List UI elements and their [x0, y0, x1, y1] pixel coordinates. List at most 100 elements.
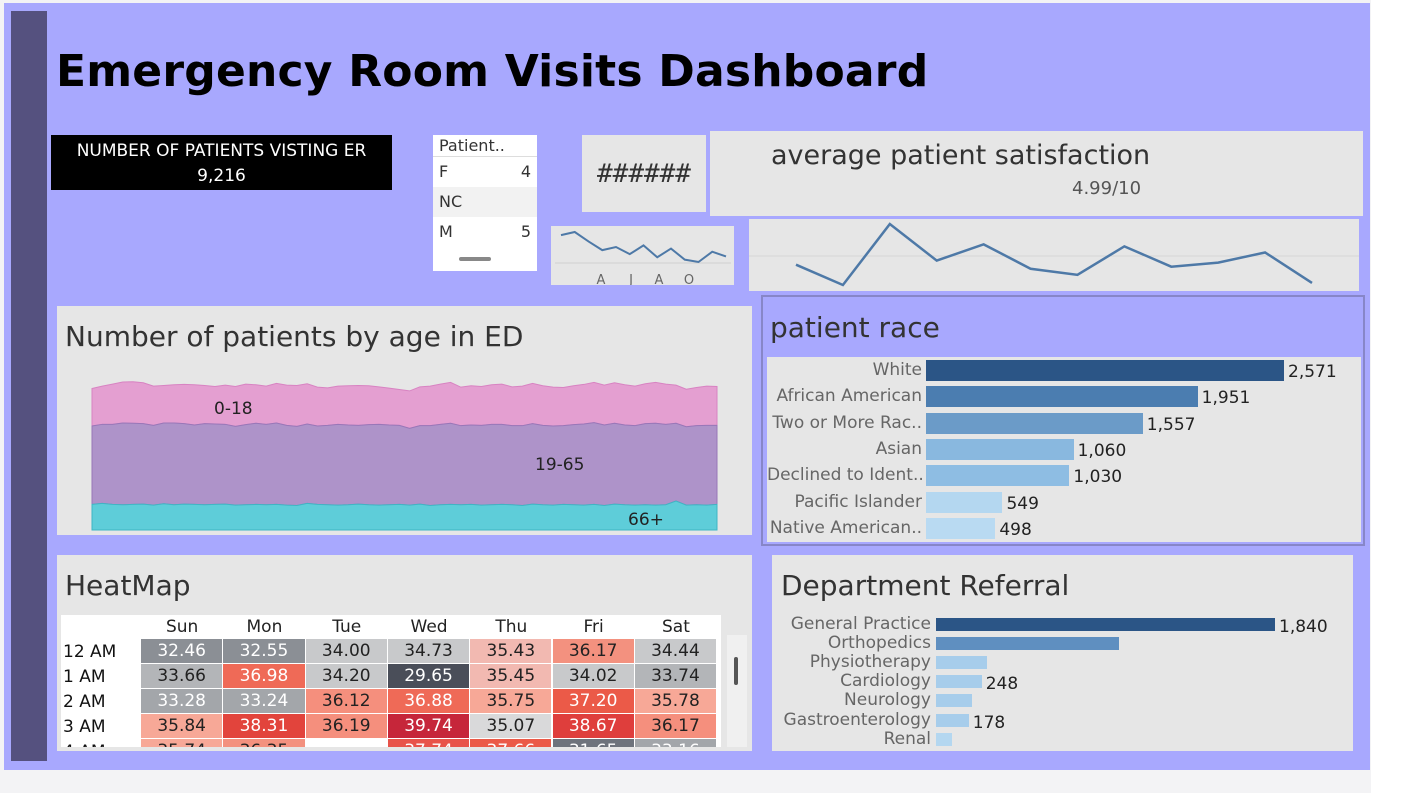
satisfaction-value: 4.99/10 — [1072, 178, 1142, 199]
bar-mark[interactable] — [926, 360, 1284, 381]
bar-value-label: 1,557 — [1146, 414, 1196, 435]
bar-value-label: 549 — [1006, 493, 1039, 514]
bar-mark[interactable] — [926, 517, 996, 539]
heatmap-hour-label: 12 AM — [63, 642, 117, 662]
bar-category-label: Physiotherapy — [809, 652, 931, 673]
heatmap-cell[interactable]: 38.31 — [223, 714, 305, 738]
bar-mark[interactable] — [926, 412, 1143, 434]
bar-mark[interactable] — [936, 713, 969, 727]
gender-label: F — [439, 162, 449, 181]
bar-mark[interactable] — [926, 465, 1070, 487]
heatmap-cell[interactable]: 35.45 — [470, 664, 552, 688]
satisfaction-series — [795, 222, 1313, 287]
gender-label: NC — [439, 192, 463, 211]
heatmap-cell[interactable]: 36.35 — [223, 739, 305, 747]
area-series-label: 19-65 — [535, 455, 584, 475]
heatmap-cell[interactable]: 35.43 — [470, 639, 552, 663]
satisfaction-sparkline — [749, 219, 1359, 291]
heatmap-cell[interactable]: 33.66 — [141, 664, 223, 688]
heatmap-cell[interactable]: 38.67 — [552, 714, 634, 738]
area-series-19-65 — [91, 422, 718, 506]
right-empty-strip — [1371, 0, 1426, 793]
bar-value-label: 1,951 — [1201, 388, 1251, 409]
heatmap-cell[interactable]: 36.88 — [387, 689, 470, 713]
gender-row[interactable]: F 4 — [433, 157, 537, 187]
heatmap-cell[interactable]: 31.65 — [552, 739, 634, 747]
area-series-label: 66+ — [628, 510, 664, 530]
department-bar-chart: General Practice 1,840 Orthopedics Physioth… — [772, 614, 1353, 751]
kpi-value: 9,216 — [197, 166, 246, 186]
gender-table-header[interactable]: Patient.. — [433, 135, 537, 157]
bar-mark[interactable] — [936, 675, 982, 689]
heatmap-cell[interactable]: 36.17 — [552, 639, 634, 663]
heatmap-cell[interactable]: 33.28 — [141, 689, 223, 713]
heatmap-cell[interactable]: 32.55 — [223, 639, 305, 663]
heatmap-day-header: Tue — [332, 617, 362, 637]
bar-mark[interactable] — [926, 386, 1198, 408]
heatmap-hour-label: 1 AM — [63, 667, 106, 687]
heatmap-cell[interactable]: 37.66 — [470, 739, 552, 747]
bar-category-label: Two or More Rac.. — [772, 412, 922, 433]
bar-mark[interactable] — [936, 732, 952, 746]
bar-mark[interactable] — [936, 637, 1120, 651]
heatmap-hour-label: 4 AM — [63, 739, 106, 747]
bar-mark[interactable] — [936, 694, 972, 708]
bar-mark[interactable] — [936, 618, 1275, 631]
bar-mark[interactable] — [926, 438, 1074, 460]
area-series-0-18 — [91, 381, 718, 429]
heatmap-scrollbar[interactable] — [727, 635, 747, 747]
bar-category-label: Pacific Islander — [794, 491, 922, 512]
scrollbar-thumb[interactable] — [734, 657, 738, 685]
bar-category-label: Gastroenterology — [783, 709, 931, 730]
dashboard-title: Emergency Room Visits Dashboard — [56, 46, 929, 97]
small-sparkline: AJAO — [551, 226, 734, 285]
heatmap-cell[interactable]: 36.12 — [305, 689, 387, 713]
area-series-66-plus — [91, 500, 718, 531]
bar-category-label: Asian — [875, 438, 922, 459]
heatmap-cell[interactable]: 33.16 — [634, 739, 717, 747]
heatmap-cell[interactable]: 34.00 — [305, 639, 387, 663]
heatmap-cell[interactable]: 36.19 — [305, 714, 387, 738]
bar-category-label: Orthopedics — [827, 633, 931, 654]
gender-table[interactable]: Patient.. F 4 NC M 5 — [433, 135, 537, 271]
gender-label: M — [439, 222, 453, 241]
heatmap-cell[interactable]: 33.24 — [223, 689, 305, 713]
heatmap-cell[interactable]: 35.74 — [141, 739, 223, 747]
satisfaction-card: average patient satisfaction 4.99/10 — [710, 131, 1363, 216]
heatmap-cell[interactable]: 36.98 — [223, 664, 305, 688]
heatmap-cell[interactable]: 39.74 — [387, 714, 470, 738]
bar-value-label: 178 — [972, 712, 1006, 733]
table-scrollbar[interactable] — [459, 257, 491, 261]
heatmap-cell[interactable]: 35.84 — [141, 714, 223, 738]
heatmap-cell[interactable]: 35.78 — [634, 689, 717, 713]
heatmap-cell[interactable]: 35.75 — [470, 689, 552, 713]
bar-mark[interactable] — [926, 491, 1003, 513]
sparkline-series — [560, 230, 727, 264]
heatmap-cell[interactable]: 34.44 — [634, 639, 717, 663]
heatmap-cell[interactable]: 34.20 — [305, 664, 387, 688]
age-panel: Number of patients by age in ED 0-18 19-6… — [57, 306, 752, 535]
heatmap-table[interactable]: Sun Mon Tue Wed Thu Fri Sat 12 AM 32.46 32.55 34.0… — [61, 615, 721, 747]
bar-value-label: 1,030 — [1073, 467, 1123, 488]
bar-category-label: Cardiology — [840, 671, 931, 692]
kpi-total-patients: NUMBER OF PATIENTS VISTING ER 9,216 — [51, 135, 392, 190]
heatmap-cell[interactable]: 29.65 — [387, 664, 470, 688]
heatmap-cell[interactable]: 36.17 — [634, 714, 717, 738]
bar-mark[interactable] — [936, 656, 987, 670]
bar-value-label: 2,571 — [1288, 362, 1337, 382]
heatmap-cell[interactable] — [305, 739, 387, 747]
gender-row[interactable]: NC — [433, 187, 537, 217]
heatmap-cell[interactable]: 35.07 — [470, 714, 552, 738]
heatmap-cell[interactable]: 32.46 — [141, 639, 223, 663]
sparkline-tick-label: A — [655, 273, 664, 285]
heatmap-cell[interactable]: 34.02 — [552, 664, 634, 688]
heatmap-cell[interactable]: 37.74 — [387, 739, 470, 747]
heatmap-cell[interactable]: 34.73 — [387, 639, 470, 663]
sparkline-tick-label: J — [628, 273, 633, 285]
age-area-chart: 0-18 19-65 66+ — [91, 381, 718, 531]
gender-row[interactable]: M 5 — [433, 217, 537, 247]
heatmap-cell[interactable]: 33.74 — [634, 664, 717, 688]
heatmap-hour-label: 2 AM — [63, 692, 106, 712]
gender-count: 5 — [520, 222, 531, 241]
heatmap-cell[interactable]: 37.20 — [552, 689, 634, 713]
